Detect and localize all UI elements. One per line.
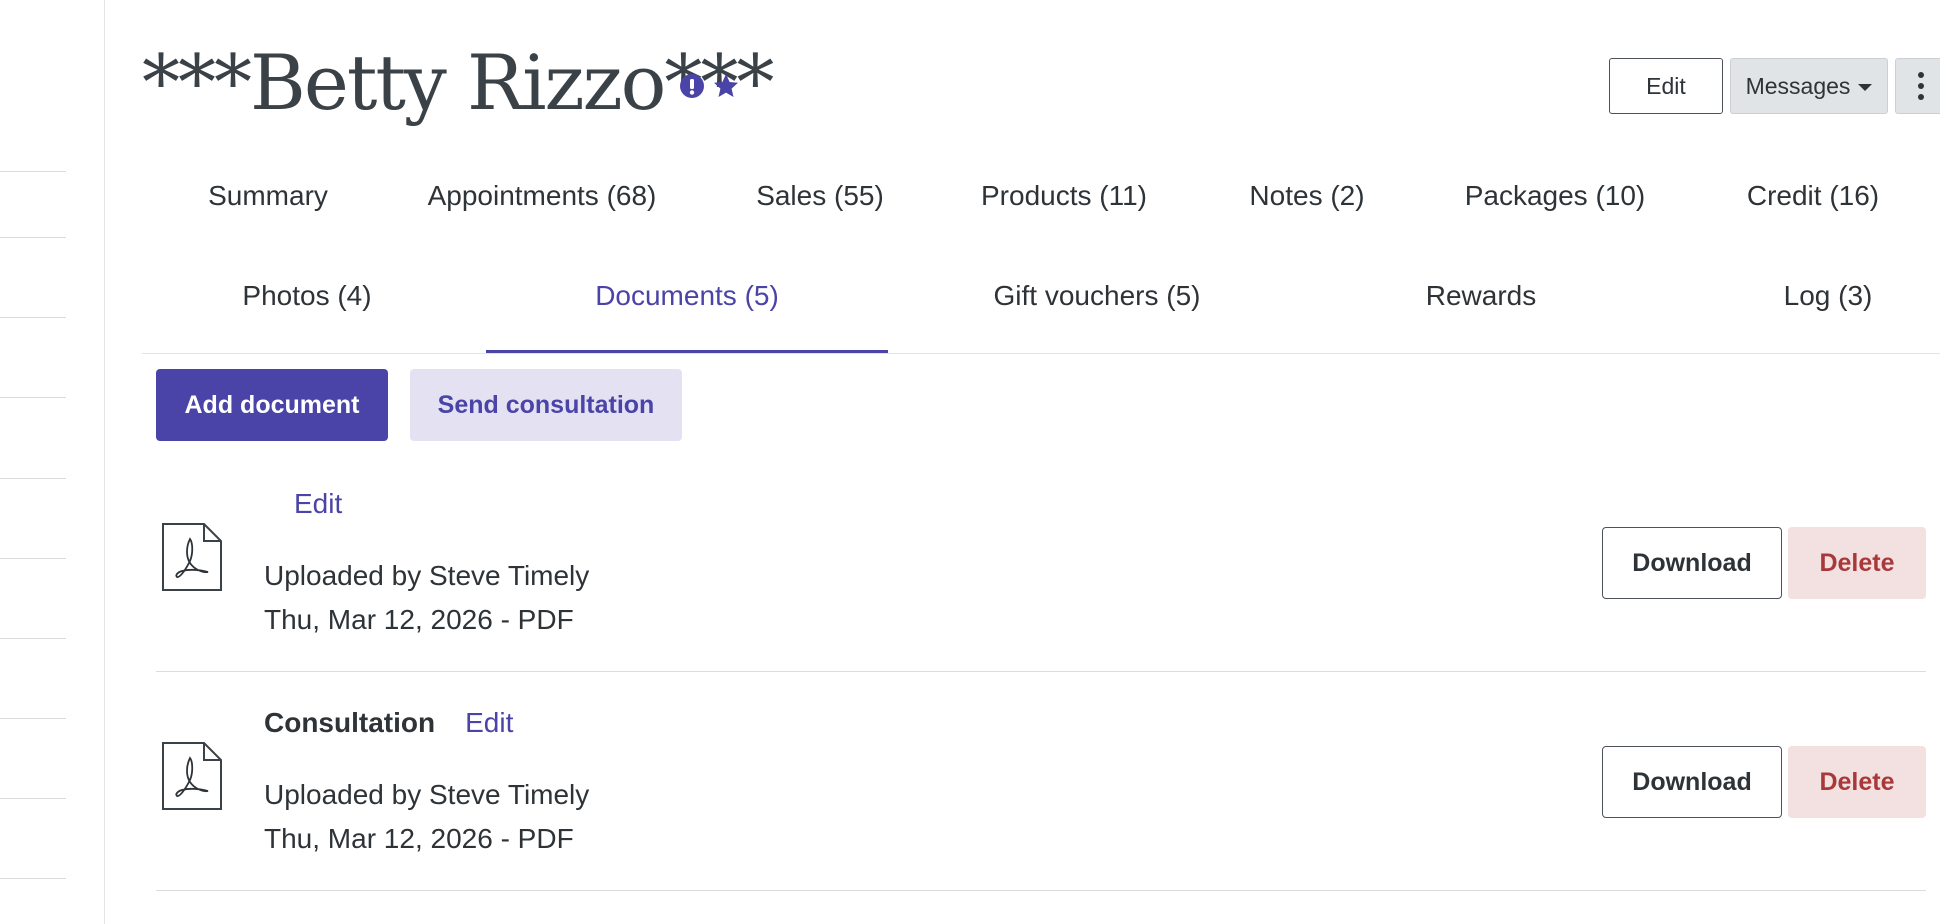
tab-gift-vouchers[interactable]: Gift vouchers (5) <box>955 280 1239 312</box>
document-name: Consultation <box>264 707 436 738</box>
document-meta: Uploaded by Steve Timely Thu, Mar 12, 20… <box>264 773 589 861</box>
kebab-dot <box>1918 94 1924 100</box>
sidebar-divider <box>0 237 66 238</box>
document-uploader: Uploaded by Steve Timely <box>264 779 590 810</box>
tab-rewards[interactable]: Rewards <box>1381 280 1581 312</box>
download-button[interactable]: Download <box>1602 746 1782 818</box>
edit-document-link[interactable]: Edit <box>465 707 513 739</box>
messages-dropdown-button[interactable]: Messages <box>1730 58 1888 114</box>
tabs-divider <box>142 353 1940 354</box>
document-meta: Uploaded by Steve Timely Thu, Mar 12, 20… <box>264 554 589 642</box>
document-date-type: Thu, Mar 12, 2026 - PDF <box>264 604 574 635</box>
delete-button[interactable]: Delete <box>1788 527 1926 599</box>
messages-label: Messages <box>1745 72 1851 99</box>
row-divider <box>156 890 1926 891</box>
document-date-type: Thu, Mar 12, 2026 - PDF <box>264 823 574 854</box>
tab-log[interactable]: Log (3) <box>1742 280 1914 312</box>
tabs-row-2: Photos (4) Documents (5) Gift vouchers (… <box>142 280 1940 352</box>
tab-appointments[interactable]: Appointments (68) <box>411 180 673 212</box>
document-row: Edit Uploaded by Steve Timely Thu, Mar 1… <box>156 454 1926 672</box>
delete-button[interactable]: Delete <box>1788 746 1926 818</box>
document-row: Consultation Edit Uploaded by Steve Time… <box>156 673 1926 891</box>
row-divider <box>156 671 1926 672</box>
document-title-line: Edit <box>264 488 342 520</box>
kebab-dot <box>1918 83 1924 89</box>
client-profile: ***Betty Rizzo*** Edit Messages Summary … <box>142 0 1940 924</box>
caret-down-icon <box>1858 83 1873 91</box>
tabs-row-1: Summary Appointments (68) Sales (55) Pro… <box>142 180 1940 230</box>
tab-packages[interactable]: Packages (10) <box>1453 180 1657 212</box>
send-consultation-button[interactable]: Send consultation <box>410 369 682 441</box>
tab-sales[interactable]: Sales (55) <box>744 180 896 212</box>
tab-documents[interactable]: Documents (5) <box>486 280 888 312</box>
tab-products[interactable]: Products (11) <box>967 180 1161 212</box>
sidebar-divider <box>0 878 66 879</box>
tab-photos[interactable]: Photos (4) <box>202 280 412 312</box>
edit-client-button[interactable]: Edit <box>1609 58 1723 114</box>
sidebar-divider <box>0 397 66 398</box>
download-button[interactable]: Download <box>1602 527 1782 599</box>
sidebar-divider <box>0 317 66 318</box>
sidebar-divider <box>0 171 66 172</box>
edit-document-link[interactable]: Edit <box>294 488 342 520</box>
tab-notes[interactable]: Notes (2) <box>1232 180 1382 212</box>
sidebar-divider <box>0 638 66 639</box>
sidebar-divider <box>0 718 66 719</box>
sidebar-divider <box>0 558 66 559</box>
sidebar <box>0 0 105 924</box>
star-icon <box>712 72 740 100</box>
more-options-button[interactable] <box>1895 58 1940 114</box>
sidebar-divider <box>0 478 66 479</box>
sidebar-divider <box>0 798 66 799</box>
header-actions: Edit Messages <box>1609 58 1940 114</box>
tab-summary[interactable]: Summary <box>177 180 359 212</box>
tab-credit[interactable]: Credit (16) <box>1728 180 1898 212</box>
document-title-line: Consultation Edit <box>264 707 513 739</box>
pdf-file-icon <box>160 521 224 593</box>
kebab-dot <box>1918 72 1924 78</box>
client-badges <box>678 72 740 100</box>
document-uploader: Uploaded by Steve Timely <box>264 560 590 591</box>
alert-icon <box>678 72 706 100</box>
add-document-button[interactable]: Add document <box>156 369 388 441</box>
pdf-file-icon <box>160 740 224 812</box>
